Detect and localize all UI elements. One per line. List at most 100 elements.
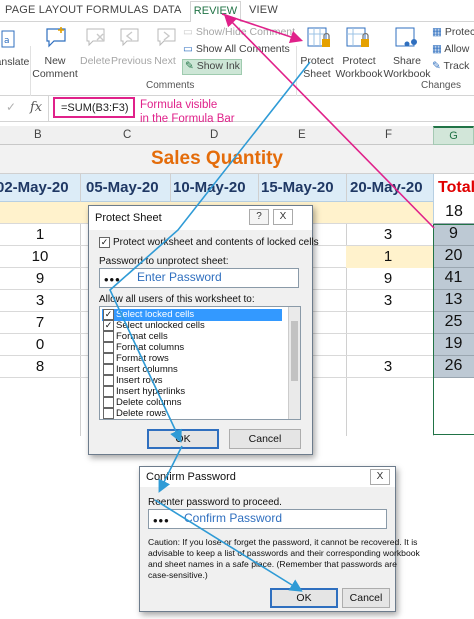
tab-view[interactable]: VIEW xyxy=(249,4,278,16)
total-cell[interactable]: 9 xyxy=(433,224,474,246)
cell-f[interactable]: 3 xyxy=(368,292,408,309)
total-header[interactable]: Total xyxy=(433,174,474,202)
permission-checkbox[interactable]: ✓ xyxy=(103,320,114,331)
permission-label: Delete rows xyxy=(116,408,167,419)
column-header-e[interactable]: E xyxy=(298,129,306,141)
permission-checkbox[interactable] xyxy=(103,386,114,397)
column-header-d[interactable]: D xyxy=(210,129,218,141)
tab-data[interactable]: DATA xyxy=(153,4,182,16)
protect-sheet-button[interactable]: Protect Sheet xyxy=(300,55,334,81)
allow-users-button[interactable]: ▦ Allow xyxy=(432,43,469,56)
confirm-password-dialog: Confirm Password X Reenter password to p… xyxy=(139,466,420,612)
show-ink-button[interactable]: ✎ Show Ink xyxy=(182,59,242,75)
list-item[interactable]: Delete rows xyxy=(102,408,282,419)
date-header-row: 02-May-20 05-May-20 10-May-20 15-May-20 … xyxy=(0,174,474,202)
total-cell[interactable]: 18 xyxy=(433,202,474,224)
share-workbook-button[interactable]: Share Workbook xyxy=(383,55,431,81)
caution-text-line3: and sheet names in a safe place. (Rememb… xyxy=(148,559,397,569)
permission-checkbox[interactable] xyxy=(103,353,114,364)
permission-label: Insert rows xyxy=(116,375,163,386)
protect-workbook-icon xyxy=(346,27,369,47)
cell-b[interactable]: 3 xyxy=(20,292,60,309)
ok-button[interactable]: OK xyxy=(147,429,219,449)
date-header[interactable]: 15-May-20 xyxy=(261,179,334,196)
previous-button[interactable]: Previous xyxy=(111,55,152,68)
protect-worksheet-checkbox[interactable]: ✓ xyxy=(99,237,110,248)
permission-checkbox[interactable] xyxy=(103,342,114,353)
column-header-g[interactable]: G xyxy=(433,126,474,145)
cell-f[interactable]: 9 xyxy=(368,270,408,287)
protect-shared-button[interactable]: ▦ Protect xyxy=(432,26,474,39)
caution-text-line4: case-sensitive.) xyxy=(148,570,208,580)
cell-b[interactable]: 9 xyxy=(20,270,60,287)
new-comment-button[interactable]: New Comment xyxy=(32,55,78,81)
tab-page-layout[interactable]: PAGE LAYOUT xyxy=(5,4,83,16)
sheet-title: Sales Quantity xyxy=(151,148,283,169)
protect-shared-label: Protect xyxy=(444,26,474,38)
permission-label: Insert hyperlinks xyxy=(116,386,186,397)
permissions-list[interactable]: ✓ Select locked cells ✓ Select unlocked ce… xyxy=(99,306,301,420)
cell-b[interactable]: 1 xyxy=(20,226,60,243)
column-header-b[interactable]: B xyxy=(34,129,42,141)
fx-icon[interactable]: fx xyxy=(30,100,42,115)
total-cell[interactable]: 26 xyxy=(433,356,474,378)
allow-users-icon: ▦ xyxy=(432,43,445,55)
permission-label: Select locked cells xyxy=(116,309,195,320)
translate-icon[interactable]: a xyxy=(0,28,24,50)
formula-input[interactable]: =SUM(B3:F3) xyxy=(53,97,135,118)
track-changes-label: Track xyxy=(443,60,470,72)
protect-sheet-icon xyxy=(307,27,330,47)
permission-checkbox[interactable]: ✓ xyxy=(103,309,114,320)
comment-icon: ▭ xyxy=(183,26,196,38)
next-button[interactable]: Next xyxy=(152,55,178,68)
permission-checkbox[interactable] xyxy=(103,375,114,386)
cell-f[interactable]: 3 xyxy=(368,226,408,243)
protect-shared-icon: ▦ xyxy=(432,26,445,38)
list-scrollbar[interactable] xyxy=(288,307,300,419)
changes-group-label: Changes xyxy=(421,80,462,91)
comments-group-label: Comments xyxy=(146,80,195,91)
comments-icon: ▭ xyxy=(183,43,196,55)
cell-f[interactable]: 1 xyxy=(368,248,408,265)
track-changes-button[interactable]: ✎ Track xyxy=(432,60,469,73)
protect-worksheet-label: Protect worksheet and contents of locked… xyxy=(113,237,319,248)
cell-b[interactable]: 10 xyxy=(20,248,60,265)
ink-icon: ✎ xyxy=(185,60,197,72)
permission-checkbox[interactable] xyxy=(103,397,114,408)
date-header[interactable]: 05-May-20 xyxy=(86,179,159,196)
cell-b[interactable]: 7 xyxy=(20,314,60,331)
checkmark-icon[interactable]: ✓ xyxy=(6,100,16,114)
cell-f[interactable]: 3 xyxy=(368,358,408,375)
column-header-c[interactable]: C xyxy=(123,129,131,141)
date-header[interactable]: 20-May-20 xyxy=(350,179,423,196)
confirm-cancel-button[interactable]: Cancel xyxy=(342,588,390,608)
close-icon[interactable]: X xyxy=(273,209,293,225)
confirm-ok-button[interactable]: OK xyxy=(270,588,338,608)
permission-checkbox[interactable] xyxy=(103,331,114,342)
total-cell[interactable]: 19 xyxy=(433,334,474,356)
cell-b[interactable]: 8 xyxy=(20,358,60,375)
permission-checkbox[interactable] xyxy=(103,364,114,375)
allow-users-label: Allow xyxy=(444,43,470,55)
scrollbar-thumb[interactable] xyxy=(291,321,298,381)
date-header[interactable]: 10-May-20 xyxy=(173,179,246,196)
show-hide-comment-button[interactable]: ▭ Show/Hide Comment xyxy=(183,26,295,39)
tab-formulas[interactable]: FORMULAS xyxy=(86,4,149,16)
tab-review[interactable]: REVIEW xyxy=(190,1,241,23)
column-header-f[interactable]: F xyxy=(385,129,392,141)
total-cell[interactable]: 20 xyxy=(433,246,474,268)
help-button[interactable]: ? xyxy=(249,209,269,225)
cancel-button[interactable]: Cancel xyxy=(229,429,301,449)
cell-b[interactable]: 0 xyxy=(20,336,60,353)
total-cell[interactable]: 25 xyxy=(433,312,474,334)
date-header[interactable]: 02-May-20 xyxy=(0,179,69,196)
total-cell[interactable]: 41 xyxy=(433,268,474,290)
permission-checkbox[interactable] xyxy=(103,408,114,419)
close-icon[interactable]: X xyxy=(370,469,390,485)
show-all-comments-label: Show All Comments xyxy=(195,43,290,55)
protect-workbook-button[interactable]: Protect Workbook xyxy=(335,55,383,81)
delete-comment-icon xyxy=(86,28,105,47)
total-cell[interactable]: 13 xyxy=(433,290,474,312)
show-all-comments-button[interactable]: ▭ Show All Comments xyxy=(183,43,290,56)
delete-button[interactable]: Delete xyxy=(80,55,110,68)
